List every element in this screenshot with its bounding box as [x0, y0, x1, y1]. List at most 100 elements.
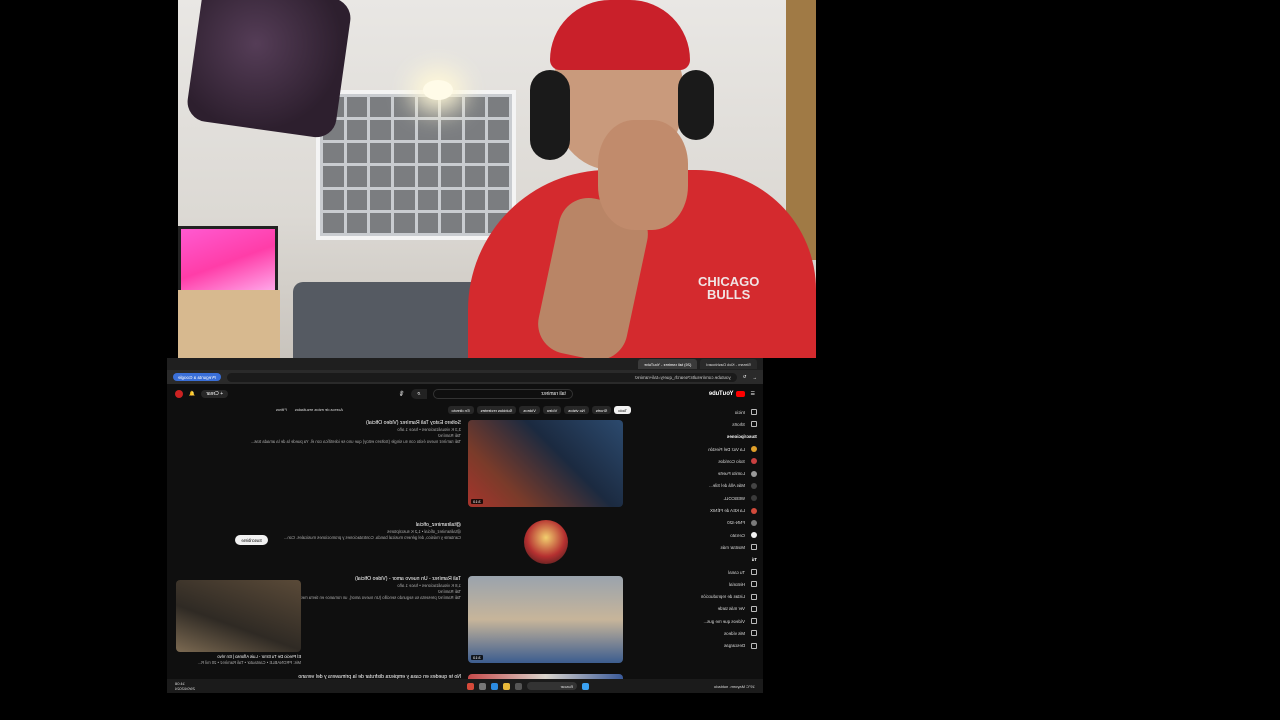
weather-widget[interactable]: 19°C Mayorm. nublado [714, 684, 755, 689]
back-icon[interactable]: ← [753, 375, 758, 380]
refresh-icon[interactable]: ↻ [743, 374, 747, 380]
chrome-icon[interactable] [467, 682, 475, 690]
sidebar-item-your-channel[interactable]: Tu canal [689, 566, 757, 578]
chip-unwatched[interactable]: No vistos [564, 406, 589, 414]
browser-tab-active[interactable]: (26) tali ramirez - YouTube [638, 359, 698, 369]
ceiling-light [423, 80, 453, 100]
headphones-right [678, 70, 714, 140]
sidebar-item-my-videos[interactable]: Mis vídeos [689, 627, 757, 639]
create-label: Crear [206, 391, 219, 397]
channel-avatar [751, 519, 757, 526]
chip-videos[interactable]: Vídeos [519, 406, 540, 414]
filters-button[interactable]: Filtros [276, 407, 287, 412]
sidebar-item-downloads[interactable]: Descargas [689, 640, 757, 652]
red-cap [550, 0, 690, 70]
side-video-thumbnail[interactable] [176, 580, 301, 652]
sidebar-item-home[interactable]: Inicio [689, 406, 757, 418]
youtube-logo[interactable]: YouTube [709, 391, 745, 397]
ask-google-button[interactable]: Pregunta a Google [173, 373, 221, 381]
sidebar-label: Tú [751, 557, 757, 563]
sidebar-item-subscription[interactable]: La KEA de FÉNIX [689, 504, 757, 516]
channel-handle[interactable]: @taliramirez_oficial [211, 522, 461, 529]
video-title[interactable]: Soltero Estoy Tali Ramírez (Video Oficia… [211, 420, 461, 427]
sidebar-label: Historial [729, 581, 745, 587]
header-actions: + Crear 🔔 [175, 390, 229, 398]
home-icon [751, 409, 757, 416]
taskbar-apps: Buscar [467, 682, 590, 690]
chevron-down-icon [751, 544, 757, 551]
subscriptions-heading[interactable]: Suscripciones [689, 431, 757, 443]
search-input[interactable]: tali ramirez [432, 389, 573, 399]
tv-fireplace [178, 226, 278, 298]
clock-icon [751, 605, 757, 612]
menu-icon[interactable]: ☰ [751, 391, 755, 397]
download-icon [751, 642, 757, 649]
task-view-icon[interactable] [515, 682, 523, 690]
sidebar-label: FNN-420 [727, 520, 745, 526]
sidebar-item-subscription[interactable]: Solo Corridos [689, 455, 757, 467]
sidebar-label: Mis vídeos [724, 630, 745, 636]
microphone [184, 0, 354, 140]
sidebar-item-subscription[interactable]: WEBCOLL [689, 492, 757, 504]
sidebar-item-liked[interactable]: Vídeos que me gus... [689, 615, 757, 627]
chip-all[interactable]: Todo [614, 406, 631, 414]
channel-avatar[interactable] [524, 520, 568, 564]
store-icon[interactable] [479, 682, 487, 690]
subscribe-button[interactable]: Suscribirse [235, 535, 268, 545]
you-heading[interactable]: Tú [689, 554, 757, 566]
show-more-button[interactable]: Mostrar más [689, 541, 757, 553]
notifications-icon[interactable]: 🔔 [189, 391, 195, 397]
chip-shorts[interactable]: Shorts [591, 406, 612, 414]
duration-badge: 3:10 [471, 499, 483, 504]
shirt-logo: CHICAGO BULLS [698, 274, 760, 302]
sidebar: Inicio Shorts Suscripciones La Voz Del F… [683, 404, 763, 679]
sidebar-label: Vídeos que me gus... [703, 618, 746, 624]
create-button[interactable]: + Crear [201, 390, 229, 398]
sidebar-item-history[interactable]: Historial [689, 578, 757, 590]
video-thumbnail[interactable]: 3:10 [468, 420, 623, 507]
sidebar-item-watch-later[interactable]: Ver más tarde [689, 603, 757, 615]
search-button[interactable]: ⌕ [410, 389, 427, 399]
chip-recent[interactable]: Subidos recientes [476, 406, 517, 414]
video-result[interactable]: 3:10 Soltero Estoy Tali Ramírez (Video O… [203, 420, 623, 510]
channel-avatar [751, 507, 757, 514]
duration-badge: 3:10 [471, 655, 483, 660]
channel-avatar [751, 458, 757, 465]
taskbar-search[interactable]: Buscar [527, 682, 578, 690]
tv-shelf [178, 290, 280, 358]
sidebar-item-subscription[interactable]: Más Allá del Sile... [689, 480, 757, 492]
video-thumbnail[interactable]: 3:10 [468, 576, 623, 663]
chip-video[interactable]: Vídeo [542, 406, 562, 414]
sidebar-item-subscription[interactable]: FNN-420 [689, 517, 757, 529]
results-toolbar: Acerca de estos resultados Filtros [276, 407, 343, 412]
sidebar-label: WEBCOLL [723, 495, 745, 501]
windows-start-icon[interactable] [582, 682, 590, 690]
room-window [316, 90, 516, 240]
sidebar-item-subscription[interactable]: La Voz Del Fiestón [689, 443, 757, 455]
mic-icon[interactable]: 🎙 [398, 391, 404, 397]
file-explorer-icon[interactable] [503, 682, 511, 690]
video-icon [751, 630, 757, 637]
sidebar-label: Lomito Fuerte [717, 471, 745, 477]
browser-tab[interactable]: Stream - Kick Dashboard [700, 359, 757, 369]
sidebar-item-playlists[interactable]: Listas de reproducción [689, 590, 757, 602]
edge-icon[interactable] [491, 682, 499, 690]
streamer-hand [598, 120, 688, 230]
avatar[interactable] [175, 390, 183, 398]
channel-result[interactable]: @taliramirez_oficial @taliramirez_oficia… [203, 518, 623, 568]
url-field[interactable]: youtube.com/results?search_query=tali+ra… [226, 372, 737, 382]
about-results-link[interactable]: Acerca de estos resultados [295, 407, 343, 412]
address-bar: ← ↻ youtube.com/results?search_query=tal… [167, 370, 763, 384]
sidebar-label: La KEA de FÉNIX [710, 508, 745, 514]
chip-live[interactable]: En directo [447, 406, 474, 414]
sidebar-label: Shorts [732, 421, 745, 427]
sidebar-item-subscription[interactable]: Lomito Fuerte [689, 467, 757, 479]
sidebar-label: Más Allá del Sile... [709, 483, 745, 489]
sidebar-item-shorts[interactable]: Shorts [689, 418, 757, 430]
sidebar-label: Mostrar más [720, 544, 745, 550]
mirrored-desktop: Stream - Kick Dashboard (26) tali ramire… [167, 358, 763, 693]
sidebar-item-subscription[interactable]: Cerrato [689, 529, 757, 541]
history-icon [751, 581, 757, 588]
system-clock[interactable]: 14:08 29/04/2024 [175, 681, 195, 691]
browser-tabbar: Stream - Kick Dashboard (26) tali ramire… [167, 358, 763, 370]
